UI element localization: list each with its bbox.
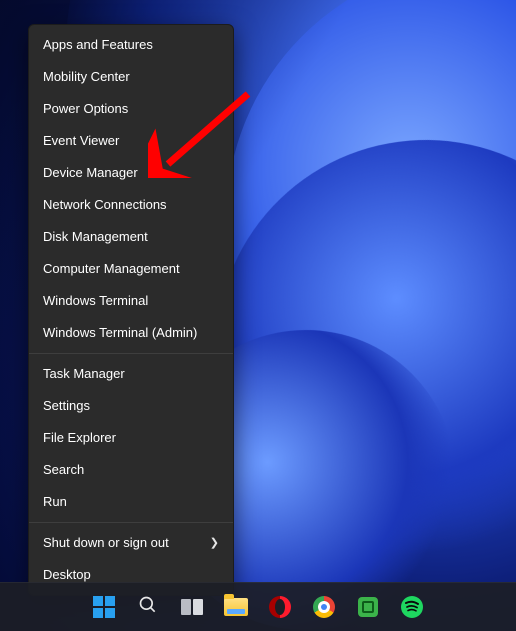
menu-item-label: Windows Terminal bbox=[43, 285, 148, 317]
menu-item-label: Mobility Center bbox=[43, 61, 130, 93]
winx-context-menu: Apps and Features Mobility Center Power … bbox=[28, 24, 234, 596]
menu-item-label: Windows Terminal (Admin) bbox=[43, 317, 197, 349]
menu-item-label: Search bbox=[43, 454, 84, 486]
chevron-right-icon: ❯ bbox=[210, 527, 219, 559]
menu-device-manager[interactable]: Device Manager bbox=[29, 157, 233, 189]
chrome-button[interactable] bbox=[307, 590, 341, 624]
menu-item-label: Event Viewer bbox=[43, 125, 119, 157]
file-explorer-button[interactable] bbox=[219, 590, 253, 624]
spotify-icon bbox=[401, 596, 423, 618]
menu-item-label: File Explorer bbox=[43, 422, 116, 454]
menu-item-label: Apps and Features bbox=[43, 29, 153, 61]
menu-windows-terminal[interactable]: Windows Terminal bbox=[29, 285, 233, 317]
windows-logo-icon bbox=[93, 596, 115, 618]
spotify-button[interactable] bbox=[395, 590, 429, 624]
opera-button[interactable] bbox=[263, 590, 297, 624]
menu-item-label: Power Options bbox=[43, 93, 128, 125]
menu-mobility-center[interactable]: Mobility Center bbox=[29, 61, 233, 93]
menu-search[interactable]: Search bbox=[29, 454, 233, 486]
menu-network-connections[interactable]: Network Connections bbox=[29, 189, 233, 221]
menu-item-label: Shut down or sign out bbox=[43, 527, 169, 559]
menu-item-label: Task Manager bbox=[43, 358, 125, 390]
opera-icon bbox=[269, 596, 291, 618]
search-button[interactable] bbox=[131, 590, 165, 624]
menu-item-label: Settings bbox=[43, 390, 90, 422]
menu-task-manager[interactable]: Task Manager bbox=[29, 358, 233, 390]
task-view-icon bbox=[181, 599, 203, 615]
menu-item-label: Disk Management bbox=[43, 221, 148, 253]
menu-item-label: Device Manager bbox=[43, 157, 138, 189]
green-app-button[interactable] bbox=[351, 590, 385, 624]
chrome-icon bbox=[313, 596, 335, 618]
menu-event-viewer[interactable]: Event Viewer bbox=[29, 125, 233, 157]
taskbar bbox=[0, 582, 516, 631]
menu-settings[interactable]: Settings bbox=[29, 390, 233, 422]
task-view-button[interactable] bbox=[175, 590, 209, 624]
menu-computer-management[interactable]: Computer Management bbox=[29, 253, 233, 285]
search-icon bbox=[138, 595, 158, 620]
menu-item-label: Run bbox=[43, 486, 67, 518]
file-explorer-icon bbox=[224, 598, 248, 616]
green-app-icon bbox=[358, 597, 378, 617]
menu-shutdown-signout[interactable]: Shut down or sign out ❯ bbox=[29, 527, 233, 559]
menu-file-explorer[interactable]: File Explorer bbox=[29, 422, 233, 454]
menu-power-options[interactable]: Power Options bbox=[29, 93, 233, 125]
menu-windows-terminal-admin[interactable]: Windows Terminal (Admin) bbox=[29, 317, 233, 349]
start-button[interactable] bbox=[87, 590, 121, 624]
menu-item-label: Computer Management bbox=[43, 253, 180, 285]
menu-separator bbox=[29, 353, 233, 354]
menu-item-label: Network Connections bbox=[43, 189, 167, 221]
menu-disk-management[interactable]: Disk Management bbox=[29, 221, 233, 253]
menu-separator bbox=[29, 522, 233, 523]
menu-apps-and-features[interactable]: Apps and Features bbox=[29, 29, 233, 61]
menu-run[interactable]: Run bbox=[29, 486, 233, 518]
desktop-wallpaper: Apps and Features Mobility Center Power … bbox=[0, 0, 516, 631]
